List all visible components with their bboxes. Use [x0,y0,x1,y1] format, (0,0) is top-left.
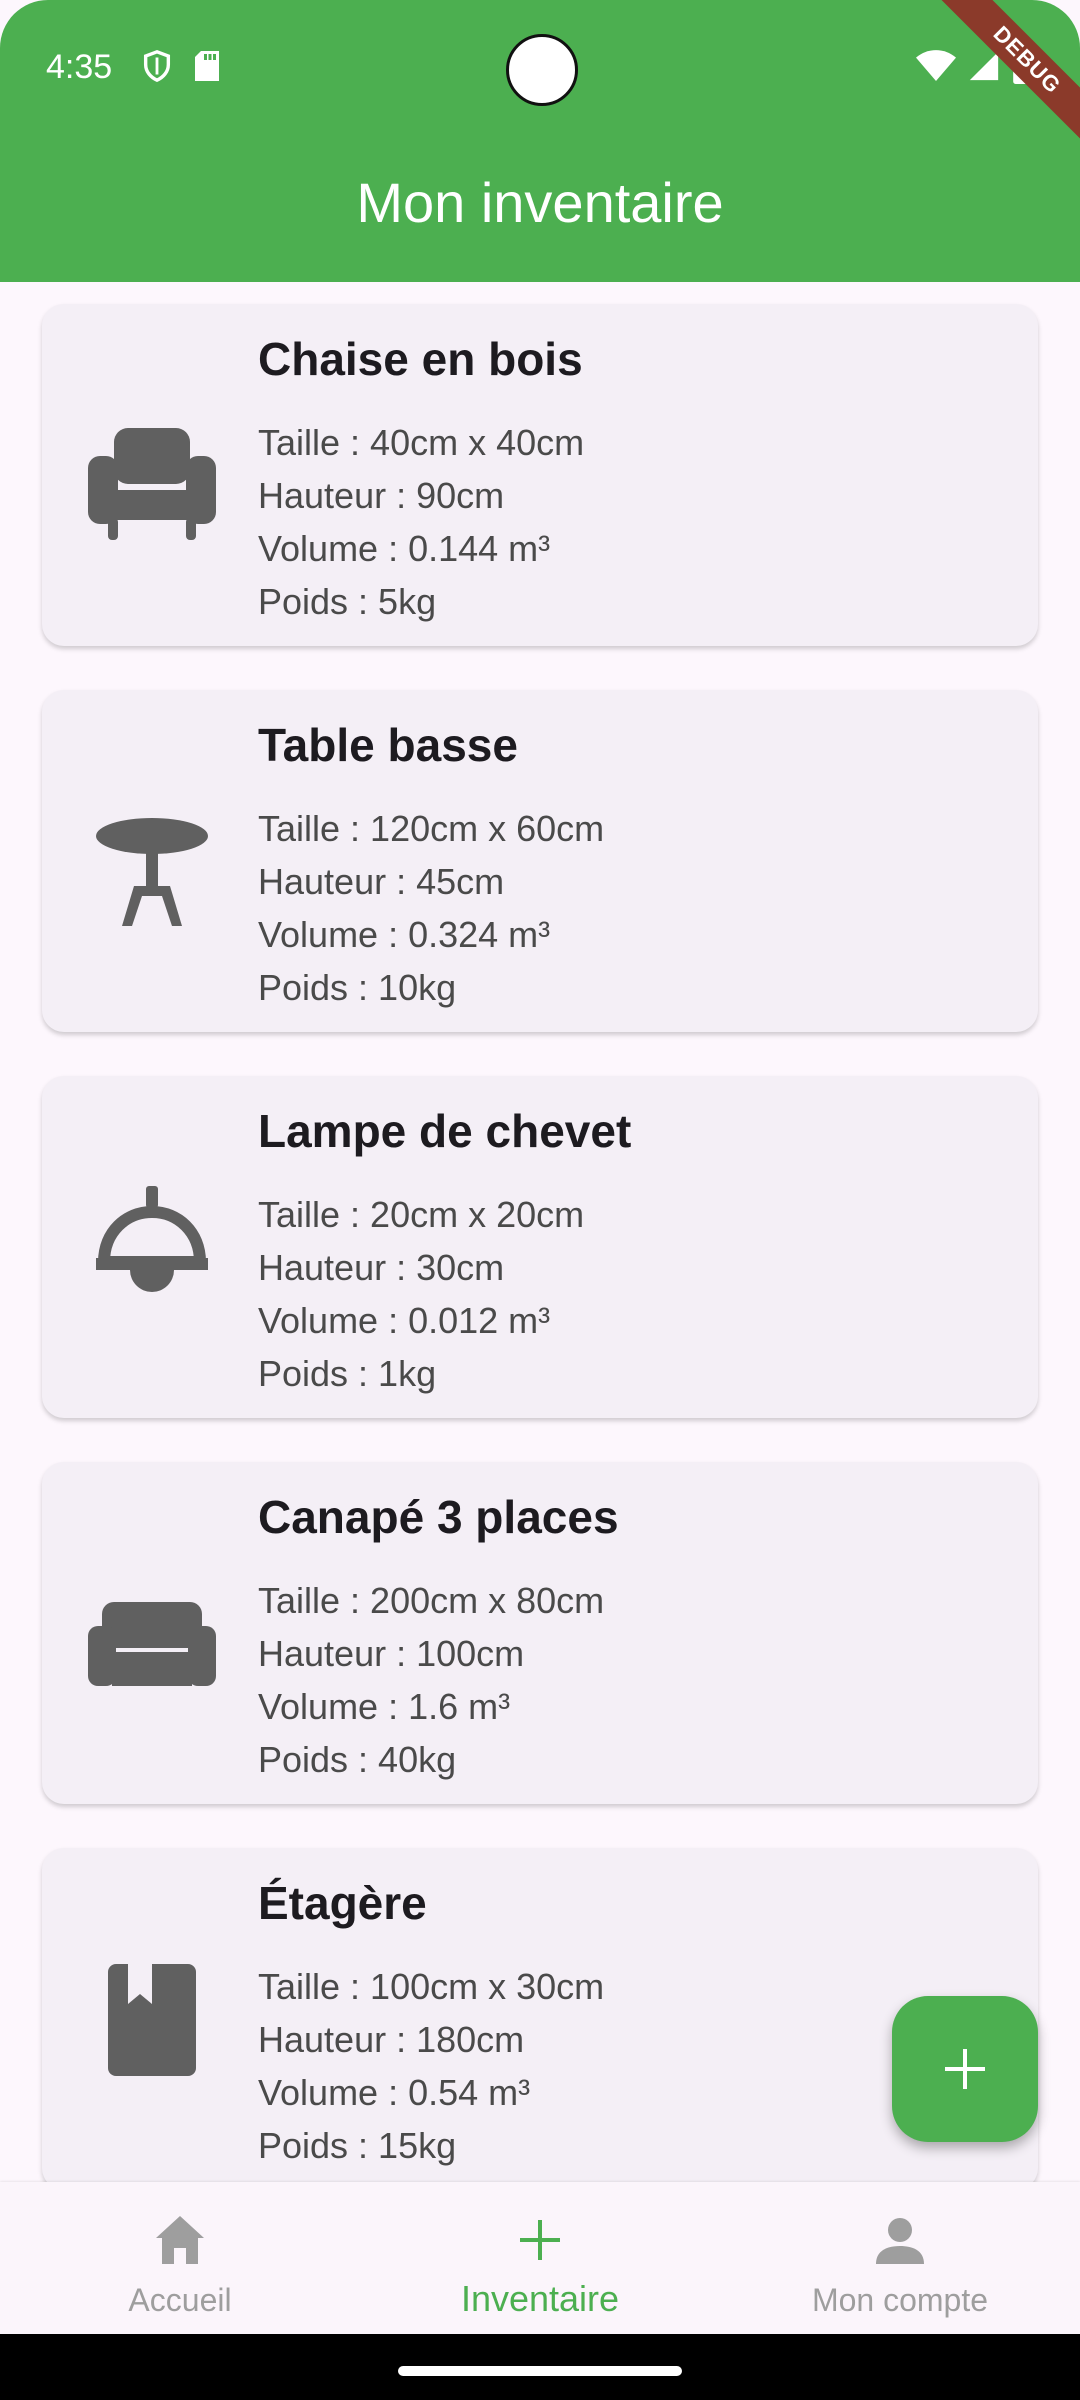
person-icon [876,2218,924,2264]
nav-label: Mon compte [811,2282,989,2318]
item-size: Taille : 200cm x 80cm [258,1580,605,1621]
item-name: Lampe de chevet [258,1105,632,1157]
item-size: Taille : 40cm x 40cm [258,422,585,463]
inventory-card[interactable]: Étagère Taille : 100cm x 30cm Hauteur : … [42,1848,1038,2182]
item-weight: Poids : 15kg [258,2125,457,2166]
sofa-icon [88,1602,216,1686]
inventory-card[interactable]: Lampe de chevet Taille : 20cm x 20cm Hau… [42,1076,1038,1418]
item-size: Taille : 120cm x 60cm [258,808,605,849]
home-icon [156,2216,204,2264]
item-name: Étagère [258,1877,427,1929]
item-name: Chaise en bois [258,333,583,385]
nav-item-mon-compte[interactable]: Mon compte [720,2182,1080,2334]
item-volume: Volume : 0.324 m³ [258,914,551,955]
inventory-list[interactable]: Chaise en bois Taille : 40cm x 40cm Haut… [0,282,1080,2182]
nav-item-inventaire[interactable]: Inventaire [360,2182,720,2334]
item-height: Hauteur : 180cm [258,2019,525,2060]
item-volume: Volume : 1.6 m³ [258,1686,511,1727]
inventory-card[interactable]: Table basse Taille : 120cm x 60cm Hauteu… [42,690,1038,1032]
app-bar: 4:35 DEBUG Mon inventaire [0,0,1080,282]
item-height: Hauteur : 100cm [258,1633,525,1674]
item-size: Taille : 20cm x 20cm [258,1194,585,1235]
plus-icon [945,2049,985,2089]
add-item-button[interactable] [892,1996,1038,2142]
page-title: Mon inventaire [356,171,724,234]
inventory-card[interactable]: Canapé 3 places Taille : 200cm x 80cm Ha… [42,1462,1038,1804]
armchair-icon [88,428,216,540]
wifi-icon [916,50,956,81]
item-volume: Volume : 0.144 m³ [258,528,551,569]
lamp-icon [96,1186,208,1292]
nav-label: Inventaire [460,2278,620,2319]
nav-label: Accueil [128,2282,232,2318]
item-volume: Volume : 0.012 m³ [258,1300,551,1341]
table-icon [96,818,208,926]
item-size: Taille : 100cm x 30cm [258,1966,605,2007]
item-weight: Poids : 40kg [258,1739,457,1780]
item-volume: Volume : 0.54 m³ [258,2072,531,2113]
nav-item-accueil[interactable]: Accueil [0,2182,360,2334]
item-height: Hauteur : 30cm [258,1247,505,1288]
item-name: Canapé 3 places [258,1491,619,1543]
item-name: Table basse [258,719,518,771]
plus-icon [520,2220,560,2260]
item-height: Hauteur : 90cm [258,475,505,516]
front-camera [506,34,578,106]
system-gesture-area [0,2334,1080,2400]
item-weight: Poids : 1kg [258,1353,437,1394]
home-gesture-handle[interactable] [398,2366,682,2376]
status-time: 4:35 [46,48,113,86]
bottom-navigation: Accueil Inventaire Mon compte [0,2182,1080,2334]
item-height: Hauteur : 45cm [258,861,505,902]
inventory-card[interactable]: Chaise en bois Taille : 40cm x 40cm Haut… [42,304,1038,646]
item-weight: Poids : 10kg [258,967,457,1008]
item-weight: Poids : 5kg [258,581,437,622]
sd-card-icon [195,51,219,81]
shield-icon [143,50,171,83]
book-icon [108,1964,196,2076]
